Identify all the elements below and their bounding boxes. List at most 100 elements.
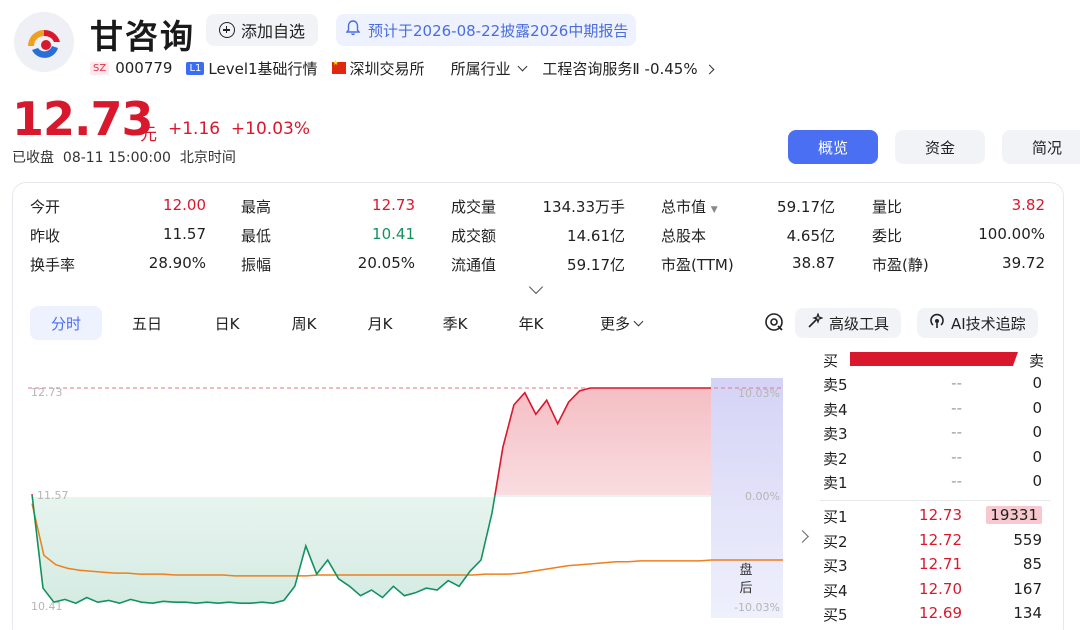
ask-price: -- bbox=[951, 472, 962, 490]
stat-value: 12.73 bbox=[372, 196, 415, 214]
bid-price: 12.73 bbox=[919, 506, 962, 524]
pct-label-top: 10.03% bbox=[738, 387, 780, 400]
ask-level: 卖5 bbox=[823, 376, 848, 394]
intraday-chart[interactable]: 12.73 11.57 10.41 10.03% 0.00% -10.03% 盘… bbox=[28, 378, 783, 630]
bid-level: 买1 bbox=[823, 508, 848, 526]
change-value: +1.16 bbox=[168, 119, 221, 139]
ask-level: 卖1 bbox=[823, 474, 848, 492]
stat-value: 4.65亿 bbox=[786, 227, 835, 245]
status-timezone: 北京时间 bbox=[179, 150, 236, 166]
stat-value: 12.00 bbox=[163, 196, 206, 214]
stat-label: 总市值 ▼ bbox=[661, 196, 718, 217]
bid-row: 买4 12.70 167 bbox=[820, 580, 1050, 602]
ask-volume: 0 bbox=[1032, 472, 1042, 490]
tab-five-day[interactable]: 五日 bbox=[112, 306, 182, 340]
ask-level: 卖4 bbox=[823, 400, 848, 419]
stats-row: 昨收 11.57 最低 10.41 成交额 14.61亿 总股本 4.65亿 委… bbox=[30, 225, 1050, 247]
status-time: 08-11 15:00:00 bbox=[62, 150, 171, 166]
caret-down-icon[interactable]: ▼ bbox=[711, 205, 718, 215]
stock-logo bbox=[14, 12, 74, 72]
stat-label: 总股本 bbox=[661, 227, 707, 245]
intraday-chart-svg: 12.73 11.57 10.41 10.03% 0.00% -10.03% 盘… bbox=[28, 378, 783, 618]
ask-price: -- bbox=[951, 398, 962, 417]
add-watchlist-button[interactable]: 添加自选 bbox=[206, 14, 318, 46]
stat-label: 流通值 bbox=[451, 256, 497, 274]
china-flag-icon bbox=[331, 59, 346, 74]
ask-volume: 0 bbox=[1032, 374, 1042, 392]
tab-more[interactable]: 更多 bbox=[586, 306, 656, 340]
stat-label: 最低 bbox=[241, 227, 272, 245]
add-watchlist-label: 添加自选 bbox=[240, 22, 305, 41]
current-price: 12.73 bbox=[12, 92, 154, 146]
buy-sell-ratio-bar bbox=[850, 352, 1018, 366]
stat-label: 成交量 bbox=[451, 198, 497, 216]
stat-value: 134.33万手 bbox=[542, 198, 626, 216]
stat-value: 14.61亿 bbox=[567, 227, 625, 245]
ai-tracking-label: AI技术追踪 bbox=[951, 314, 1026, 333]
stat-label: 昨收 bbox=[30, 227, 61, 245]
industry-change: -0.45% bbox=[644, 59, 698, 78]
ask-volume: 0 bbox=[1032, 447, 1042, 466]
tab-intraday[interactable]: 分时 bbox=[30, 306, 102, 340]
plus-circle-icon bbox=[218, 22, 235, 38]
industry-dropdown[interactable]: 所属行业 bbox=[451, 58, 533, 79]
bid-row: 买5 12.69 134 bbox=[820, 604, 1050, 626]
bid-volume: 167 bbox=[1013, 579, 1042, 598]
industry-value: 工程咨询服务Ⅱ bbox=[542, 59, 640, 78]
price-unit: 元 bbox=[140, 125, 157, 145]
bid-level: 买2 bbox=[823, 532, 848, 551]
report-notice-text: 预计于2026-08-22披露2026中期报告 bbox=[368, 21, 629, 40]
ask-price: -- bbox=[951, 447, 962, 466]
bid-row: 买1 12.73 19331 bbox=[820, 506, 1050, 528]
advanced-tools-button[interactable]: 高级工具 bbox=[795, 308, 902, 338]
exchange-label: 深圳交易所 bbox=[349, 59, 425, 78]
period-tabs: 分时 五日 日K 周K 月K 季K 年K 更多 bbox=[30, 306, 650, 340]
bid-price: 12.72 bbox=[919, 530, 962, 549]
settings-gear-icon[interactable] bbox=[764, 312, 784, 336]
bid-price: 12.69 bbox=[919, 604, 962, 622]
ask-level: 卖2 bbox=[823, 449, 848, 468]
bid-level: 买4 bbox=[823, 581, 848, 600]
ai-tracking-button[interactable]: AI技术追踪 bbox=[917, 308, 1038, 338]
ask-price: -- bbox=[951, 374, 962, 392]
signal-icon bbox=[929, 313, 945, 333]
stat-label: 振幅 bbox=[241, 256, 272, 274]
y-label-top: 12.73 bbox=[31, 386, 63, 399]
chevron-down-icon bbox=[633, 316, 644, 326]
order-book-ratio: 买 卖 bbox=[820, 350, 1050, 372]
stat-value: 100.00% bbox=[978, 225, 1045, 243]
report-notice[interactable]: 预计于2026-08-22披露2026中期报告 bbox=[336, 14, 636, 46]
ask-row: 卖1 -- 0 bbox=[820, 472, 1050, 494]
tab-weekly-k[interactable]: 周K bbox=[269, 306, 339, 340]
stat-value: 3.82 bbox=[1011, 196, 1045, 214]
pct-label-bottom: -10.03% bbox=[734, 601, 780, 614]
stat-label: 换手率 bbox=[30, 256, 76, 274]
tab-overview[interactable]: 概览 bbox=[788, 130, 878, 164]
level-label: Level1基础行情 bbox=[208, 59, 318, 78]
stat-value: 38.87 bbox=[792, 254, 835, 272]
market-tag: SZ bbox=[90, 61, 110, 75]
tab-quarterly-k[interactable]: 季K bbox=[420, 306, 490, 340]
bid-volume: 134 bbox=[1013, 604, 1042, 622]
tab-monthly-k[interactable]: 月K bbox=[345, 306, 415, 340]
ask-level: 卖3 bbox=[823, 425, 848, 443]
tab-fund[interactable]: 资金 bbox=[895, 130, 985, 164]
y-label-mid: 11.57 bbox=[37, 489, 69, 502]
tab-brief[interactable]: 简况 bbox=[1002, 130, 1080, 164]
buy-label: 买 bbox=[823, 352, 839, 370]
stat-label: 市盈(TTM) bbox=[661, 256, 734, 274]
market-status: 已收盘 08-11 15:00:00 北京时间 bbox=[12, 147, 236, 167]
bell-icon bbox=[345, 20, 361, 40]
tab-daily-k[interactable]: 日K bbox=[192, 306, 262, 340]
bid-volume: 559 bbox=[1013, 530, 1042, 549]
stat-value: 11.57 bbox=[163, 225, 206, 243]
y-label-bottom: 10.41 bbox=[31, 600, 63, 613]
wand-icon bbox=[807, 312, 824, 333]
ask-volume: 0 bbox=[1032, 398, 1042, 417]
industry-link[interactable]: 工程咨询服务Ⅱ -0.45% bbox=[542, 58, 715, 79]
ask-volume: 0 bbox=[1032, 423, 1042, 441]
bid-row: 买3 12.71 85 bbox=[820, 555, 1050, 577]
industry-label: 所属行业 bbox=[450, 59, 511, 78]
bid-volume: 19331 bbox=[986, 506, 1042, 524]
tab-yearly-k[interactable]: 年K bbox=[496, 306, 566, 340]
